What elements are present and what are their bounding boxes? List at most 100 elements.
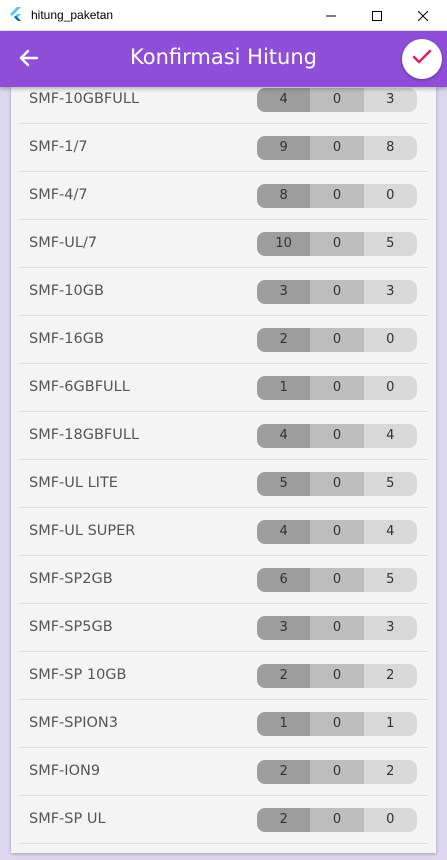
count-first: 2 <box>257 328 311 352</box>
list-item[interactable]: SMF-UL LITE 5 0 5 <box>19 460 428 508</box>
count-third: 1 <box>363 712 417 736</box>
package-name: SMF-UL LITE <box>29 475 118 491</box>
package-name: SMF-SP 10GB <box>29 667 127 683</box>
count-first: 1 <box>257 712 311 736</box>
list-item[interactable]: SMF-4/7 8 0 0 <box>19 172 428 220</box>
count-third: 4 <box>363 520 417 544</box>
count-second: 0 <box>310 520 364 544</box>
package-name: SMF-16GB <box>29 331 104 347</box>
list-item[interactable]: SMF-SPION3 1 0 1 <box>19 700 428 748</box>
package-name: SMF-SP UL <box>29 811 106 827</box>
list-item[interactable]: SMF-10GB 3 0 3 <box>19 268 428 316</box>
count-second: 0 <box>310 328 364 352</box>
count-pill: 404 <box>257 520 417 544</box>
count-pill: 200 <box>257 328 417 352</box>
count-pill: 403 <box>257 88 417 112</box>
list-item[interactable]: SMF-18GBFULL 4 0 4 <box>19 412 428 460</box>
count-second: 0 <box>310 424 364 448</box>
count-second: 0 <box>310 664 364 688</box>
list-item[interactable]: SMF-ION9 2 0 2 <box>19 748 428 796</box>
list-item[interactable]: SMF-SP UL 2 0 0 <box>19 796 428 844</box>
list-item[interactable]: SMF-SP 10GB 2 0 2 <box>19 652 428 700</box>
count-first: 1 <box>257 376 311 400</box>
count-third: 3 <box>363 280 417 304</box>
package-name: SMF-6GBFULL <box>29 379 130 395</box>
package-name: SMF-SP5GB <box>29 619 113 635</box>
package-name: SMF-ION9 <box>29 763 101 779</box>
list-item[interactable]: SMF-UL/7 10 0 5 <box>19 220 428 268</box>
count-pill: 303 <box>257 616 417 640</box>
page-title: Konfirmasi Hitung <box>130 45 317 69</box>
list-item[interactable]: SMF-SP5GB 3 0 3 <box>19 604 428 652</box>
count-first: 4 <box>257 520 311 544</box>
count-third: 0 <box>363 328 417 352</box>
count-second: 0 <box>310 760 364 784</box>
count-pill: 200 <box>257 808 417 832</box>
count-second: 0 <box>310 376 364 400</box>
count-first: 2 <box>257 664 311 688</box>
count-pill: 100 <box>257 376 417 400</box>
list-item[interactable]: SMF-SP2GB 6 0 5 <box>19 556 428 604</box>
count-second: 0 <box>310 616 364 640</box>
count-pill: 10 0 5 <box>257 232 417 256</box>
package-name: SMF-SP2GB <box>29 571 113 587</box>
list-item[interactable]: SMF-10GBFULL 4 0 3 <box>19 87 428 124</box>
count-pill: 800 <box>257 184 417 208</box>
package-name: SMF-UL SUPER <box>29 523 136 539</box>
minimize-button[interactable] <box>308 0 354 31</box>
count-pill: 605 <box>257 568 417 592</box>
count-third: 2 <box>363 760 417 784</box>
count-second: 0 <box>310 184 364 208</box>
count-first: 10 <box>257 232 311 256</box>
list-item[interactable]: SMF-1/7 9 0 8 <box>19 124 428 172</box>
count-second: 0 <box>310 472 364 496</box>
window-titlebar: hitung_paketan <box>0 0 447 31</box>
count-second: 0 <box>310 88 364 112</box>
count-third: 3 <box>363 88 417 112</box>
package-name: SMF-UL/7 <box>29 235 98 251</box>
count-first: 5 <box>257 472 311 496</box>
count-second: 0 <box>310 232 364 256</box>
package-list-card: SMF-10GBFULL 4 0 3 SMF-1/7 9 0 8 SMF-4/7 8 0 0 SMF-U… <box>11 87 436 853</box>
count-pill: 505 <box>257 472 417 496</box>
package-name: SMF-4/7 <box>29 187 88 203</box>
list-item[interactable]: SMF-16GB 2 0 0 <box>19 316 428 364</box>
flutter-icon <box>9 7 23 23</box>
count-third: 2 <box>363 664 417 688</box>
count-pill: 202 <box>257 760 417 784</box>
close-button[interactable] <box>400 0 446 31</box>
list-item[interactable]: SMF-UL SUPER 4 0 4 <box>19 508 428 556</box>
count-first: 3 <box>257 616 311 640</box>
count-third: 3 <box>363 616 417 640</box>
count-second: 0 <box>310 808 364 832</box>
confirm-button[interactable] <box>402 39 442 79</box>
count-second: 0 <box>310 136 364 160</box>
count-third: 8 <box>363 136 417 160</box>
count-first: 8 <box>257 184 311 208</box>
package-name: SMF-SPION3 <box>29 715 118 731</box>
list-item[interactable]: SMF-6GBFULL 1 0 0 <box>19 364 428 412</box>
count-second: 0 <box>310 280 364 304</box>
window-title: hitung_paketan <box>31 8 114 22</box>
count-third: 4 <box>363 424 417 448</box>
count-first: 4 <box>257 424 311 448</box>
maximize-button[interactable] <box>354 0 400 31</box>
count-first: 6 <box>257 568 311 592</box>
count-third: 0 <box>363 376 417 400</box>
count-third: 5 <box>363 232 417 256</box>
package-name: SMF-10GBFULL <box>29 91 140 107</box>
count-first: 2 <box>257 760 311 784</box>
count-pill: 202 <box>257 664 417 688</box>
count-first: 4 <box>257 88 311 112</box>
count-third: 5 <box>363 472 417 496</box>
package-name: SMF-18GBFULL <box>29 427 140 443</box>
package-name: SMF-10GB <box>29 283 104 299</box>
app-bar: Konfirmasi Hitung <box>0 31 447 87</box>
count-third: 5 <box>363 568 417 592</box>
count-pill: 101 <box>257 712 417 736</box>
content-area[interactable]: SMF-10GBFULL 4 0 3 SMF-1/7 9 0 8 SMF-4/7 8 0 0 SMF-U… <box>0 87 447 860</box>
count-first: 2 <box>257 808 311 832</box>
count-pill: 404 <box>257 424 417 448</box>
package-name: SMF-1/7 <box>29 139 88 155</box>
count-first: 3 <box>257 280 311 304</box>
